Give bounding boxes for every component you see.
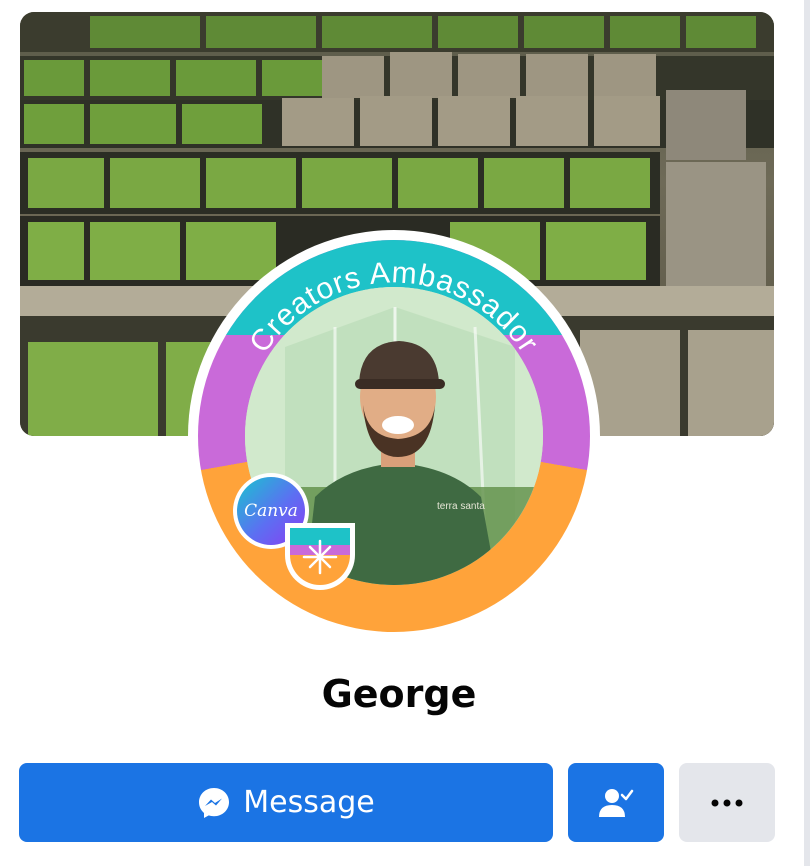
sparkle-badge-icon	[285, 523, 355, 590]
friends-button[interactable]	[568, 763, 664, 842]
page-edge	[804, 0, 810, 866]
profile-picture[interactable]: Creators Ambassador terra santa Canva	[188, 230, 600, 642]
more-options-button[interactable]	[679, 763, 775, 842]
person-check-icon	[599, 788, 634, 817]
shirt-logo-text: terra santa	[437, 501, 485, 512]
messenger-icon	[199, 787, 230, 818]
more-horizontal-icon	[711, 799, 743, 806]
profile-name: George	[321, 672, 477, 716]
message-button-label: Message	[243, 785, 375, 820]
ambassador-frame: Creators Ambassador terra santa	[198, 240, 590, 632]
message-button[interactable]: Message	[19, 763, 553, 842]
